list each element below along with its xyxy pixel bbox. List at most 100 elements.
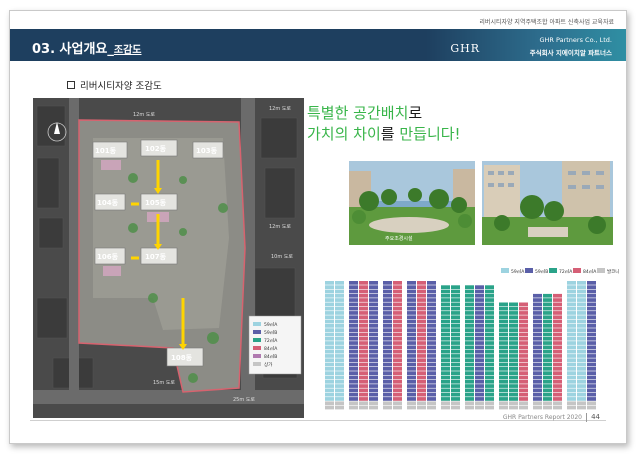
unit-cell xyxy=(533,302,542,307)
unit-cell xyxy=(567,328,576,332)
building-label: 101동 xyxy=(95,147,117,155)
unit-type-diagram: 59㎡A 59㎡B 72㎡A 84㎡A 발코니 xyxy=(325,268,619,410)
unit-cell xyxy=(577,293,586,298)
unit-cell xyxy=(533,306,542,311)
unit-cell xyxy=(427,405,436,410)
unit-cell xyxy=(509,401,518,406)
unit-cell xyxy=(369,324,378,328)
unit-cell xyxy=(587,379,596,384)
unit-legend-swatch xyxy=(525,268,533,273)
unit-cell xyxy=(499,401,508,406)
unit-cell xyxy=(417,302,426,307)
unit-cell xyxy=(417,328,426,332)
company-name-ko: 주식회사 지에이치알 파트너스 xyxy=(529,49,612,57)
unit-cell xyxy=(465,362,474,367)
unit-cell xyxy=(393,371,402,375)
unit-cell xyxy=(325,319,334,324)
unit-cell xyxy=(485,358,494,363)
unit-cell xyxy=(369,349,378,354)
unit-cell xyxy=(407,281,416,285)
unit-cell xyxy=(393,397,402,401)
unit-cell xyxy=(533,384,542,388)
unit-cell xyxy=(325,397,334,401)
unit-cell xyxy=(577,401,586,406)
unit-cell xyxy=(359,371,368,375)
unit-cell xyxy=(519,405,528,410)
unit-cell xyxy=(475,358,484,363)
unit-cell xyxy=(543,358,552,363)
unit-cell xyxy=(441,311,450,315)
unit-cell xyxy=(577,367,586,371)
unit-cell xyxy=(533,397,542,401)
unit-cell xyxy=(359,332,368,337)
unit-cell xyxy=(383,367,392,371)
unit-cell xyxy=(451,332,460,337)
unit-cell xyxy=(519,354,528,358)
unit-cell xyxy=(577,379,586,384)
unit-cell xyxy=(427,392,436,397)
unit-cell xyxy=(567,367,576,371)
unit-cell xyxy=(393,345,402,350)
unit-cell xyxy=(427,302,436,307)
unit-cell xyxy=(393,358,402,363)
unit-cell xyxy=(417,315,426,320)
unit-cell xyxy=(335,392,344,397)
unit-cell xyxy=(407,336,416,341)
unit-cell xyxy=(567,289,576,294)
unit-cell xyxy=(567,319,576,324)
unit-cell xyxy=(349,367,358,371)
unit-cell xyxy=(349,358,358,363)
unit-cell xyxy=(577,345,586,350)
unit-cell xyxy=(417,285,426,289)
building-label: 108동 xyxy=(171,354,193,362)
unit-cell xyxy=(475,302,484,307)
unit-cell xyxy=(519,319,528,324)
unit-cell xyxy=(441,285,450,289)
unit-cell xyxy=(587,362,596,367)
unit-legend-label: 84㎡A xyxy=(583,268,597,275)
unit-cell xyxy=(451,397,460,401)
unit-cell xyxy=(325,345,334,350)
unit-cell xyxy=(485,401,494,406)
unit-cell xyxy=(485,298,494,302)
unit-cell xyxy=(465,379,474,384)
unit-cell xyxy=(465,401,474,406)
unit-cell xyxy=(465,311,474,315)
unit-cell xyxy=(335,311,344,315)
unit-cell xyxy=(335,367,344,371)
headline-plain: 를 xyxy=(380,125,400,143)
unit-cell xyxy=(441,336,450,341)
unit-cell xyxy=(383,289,392,294)
unit-cell xyxy=(553,336,562,341)
unit-cell xyxy=(567,315,576,320)
unit-cell xyxy=(509,311,518,315)
unit-cell xyxy=(393,285,402,289)
unit-cell xyxy=(485,384,494,388)
unit-cell xyxy=(509,315,518,320)
unit-cell xyxy=(359,298,368,302)
unit-cell xyxy=(441,302,450,307)
unit-cell xyxy=(543,367,552,371)
unit-cell xyxy=(393,332,402,337)
unit-cell xyxy=(393,388,402,393)
unit-cell xyxy=(417,311,426,315)
unit-cell xyxy=(441,332,450,337)
unit-cell xyxy=(417,362,426,367)
unit-cell xyxy=(441,375,450,380)
unit-cell xyxy=(441,324,450,328)
unit-cell xyxy=(499,388,508,393)
unit-cell xyxy=(417,336,426,341)
unit-cell xyxy=(485,341,494,345)
unit-cell xyxy=(427,397,436,401)
unit-cell xyxy=(393,349,402,354)
unit-cell xyxy=(369,358,378,363)
unit-cell xyxy=(553,379,562,384)
unit-cell xyxy=(577,354,586,358)
unit-cell xyxy=(359,405,368,410)
unit-cell xyxy=(587,397,596,401)
unit-cell xyxy=(533,388,542,393)
unit-cell xyxy=(325,379,334,384)
unit-cell xyxy=(519,336,528,341)
unit-cell xyxy=(451,392,460,397)
unit-cell xyxy=(577,315,586,320)
